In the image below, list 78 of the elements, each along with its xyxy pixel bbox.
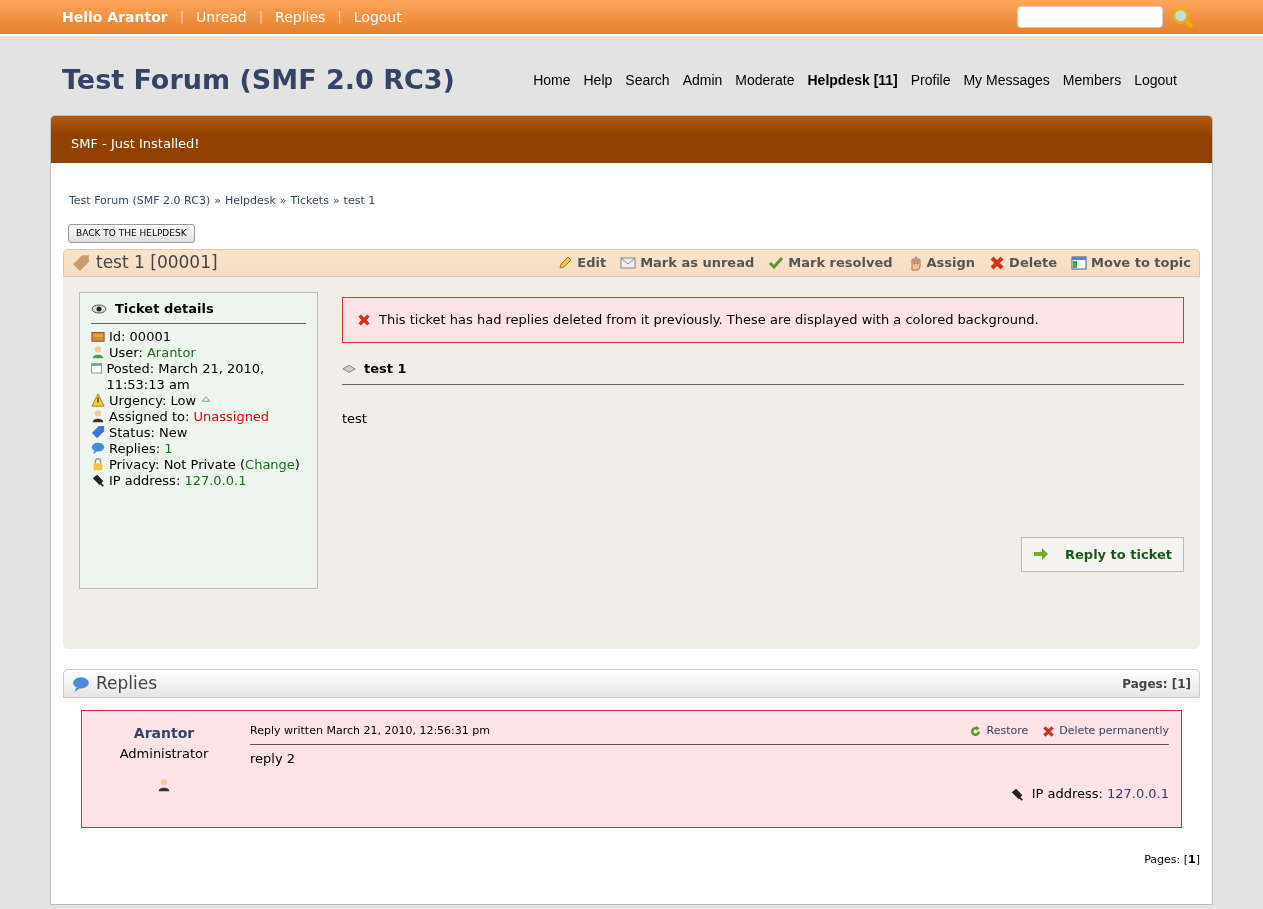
avatar-icon (157, 777, 171, 792)
menu-link[interactable]: Help (583, 71, 613, 88)
post-body: test (342, 410, 368, 428)
author-role: Administrator (119, 745, 209, 763)
assign-link[interactable]: Assign (906, 253, 976, 273)
author-link[interactable]: Arantor (133, 723, 195, 744)
warning-icon (91, 392, 105, 407)
reply-button[interactable]: Reply to ticket (1021, 536, 1184, 572)
separator: | (258, 8, 264, 27)
circular-arrow-icon (969, 724, 983, 738)
notice-text: This ticket has had replies deleted from it previously. These are displayed with a colored background. (379, 311, 1039, 329)
detail-text: IP address: 127.0.0.1 (109, 472, 247, 489)
detail-text: User: Arantor (109, 344, 196, 361)
forum-title: Test Forum (SMF 2.0 RC3) (62, 63, 456, 97)
detail-text: Posted: March 21, 2010, 11:53:13 am (106, 360, 266, 393)
ticket-title: test 1 [00001] (96, 251, 219, 275)
detail-text: Replies: 1 (109, 440, 173, 457)
calendar-icon (91, 360, 103, 375)
breadcrumb-separator: » (214, 194, 221, 207)
menu-link[interactable]: Admin (682, 71, 723, 88)
detail-text: Id: 00001 (109, 328, 171, 345)
cross-icon (1042, 724, 1056, 738)
ip-link[interactable]: 127.0.0.1 (1106, 784, 1169, 804)
menu-link[interactable]: Search (625, 71, 670, 88)
pagination: Pages: [1] (1122, 675, 1191, 693)
speech-bubble-icon (72, 674, 90, 693)
restore-link[interactable]: Restore (969, 723, 1029, 740)
detail-text: Urgency: Low (109, 392, 197, 409)
breadcrumb-separator: » (332, 194, 340, 207)
padlock-icon (91, 456, 105, 471)
pencil-icon (557, 255, 574, 271)
detail-text: Status: New (109, 424, 188, 441)
menu-link[interactable]: Logout (1134, 71, 1177, 88)
breadcrumb-link[interactable]: Test Forum (SMF 2.0 RC3) (69, 194, 211, 207)
menu-link[interactable]: Home (533, 71, 571, 88)
delete-link[interactable]: Delete permanently (1042, 723, 1169, 740)
forum-banner: SMF - Just Installed! (51, 115, 1212, 163)
search-icon[interactable] (1171, 6, 1193, 28)
tag-icon (91, 424, 105, 439)
menu-link[interactable]: Profile (910, 71, 951, 88)
detail-text: Privacy: Not Private (Change) (109, 456, 300, 473)
person-icon (91, 408, 105, 423)
breadcrumb-link[interactable]: Tickets (290, 194, 329, 207)
person-icon (91, 344, 105, 359)
checkmark-icon (768, 255, 785, 271)
delete-link[interactable]: Delete (989, 253, 1057, 273)
breadcrumb-link[interactable]: Helpdesk (224, 194, 276, 207)
menu-link[interactable]: Moderate (735, 71, 795, 88)
arrow-icon (1033, 546, 1050, 563)
separator: | (337, 8, 342, 27)
plug-icon (91, 472, 105, 487)
menu-link[interactable]: Members (1062, 71, 1122, 88)
edit-link[interactable]: Edit (557, 253, 607, 273)
breadcrumb-link[interactable]: test 1 (343, 194, 376, 207)
plug-icon (1009, 786, 1024, 801)
resolve-link[interactable]: Mark resolved (768, 253, 893, 273)
reply-body: reply 2 (250, 749, 297, 768)
search-field[interactable] (1017, 6, 1163, 28)
ip-label: IP address: (1031, 785, 1103, 803)
back-button[interactable]: BACK TO THE HELPDESK (68, 223, 195, 243)
replies-heading: Replies (96, 671, 159, 695)
post-subject: test 1 (364, 359, 407, 378)
details-heading: Ticket details (115, 300, 214, 318)
menu-link[interactable]: Helpdesk [11] (807, 71, 898, 88)
cross-icon (357, 312, 371, 327)
tag-icon (72, 254, 90, 272)
reply-date: Reply written March 21, 2010, 12:56:31 pm (250, 723, 491, 739)
separator: | (179, 8, 185, 27)
unread-link[interactable]: Mark as unread (620, 253, 755, 273)
window-icon (1071, 255, 1087, 271)
speech-bubble-icon (91, 440, 105, 455)
detail-text: Assigned to: Unassigned (109, 408, 270, 425)
menu-link[interactable]: My Messages (963, 71, 1050, 88)
pagination: Pages: [1] (1143, 852, 1201, 868)
breadcrumb-separator: » (279, 194, 287, 207)
move-link[interactable]: Move to topic (1071, 253, 1191, 273)
envelope-icon (620, 255, 637, 271)
cross-icon (989, 255, 1006, 271)
